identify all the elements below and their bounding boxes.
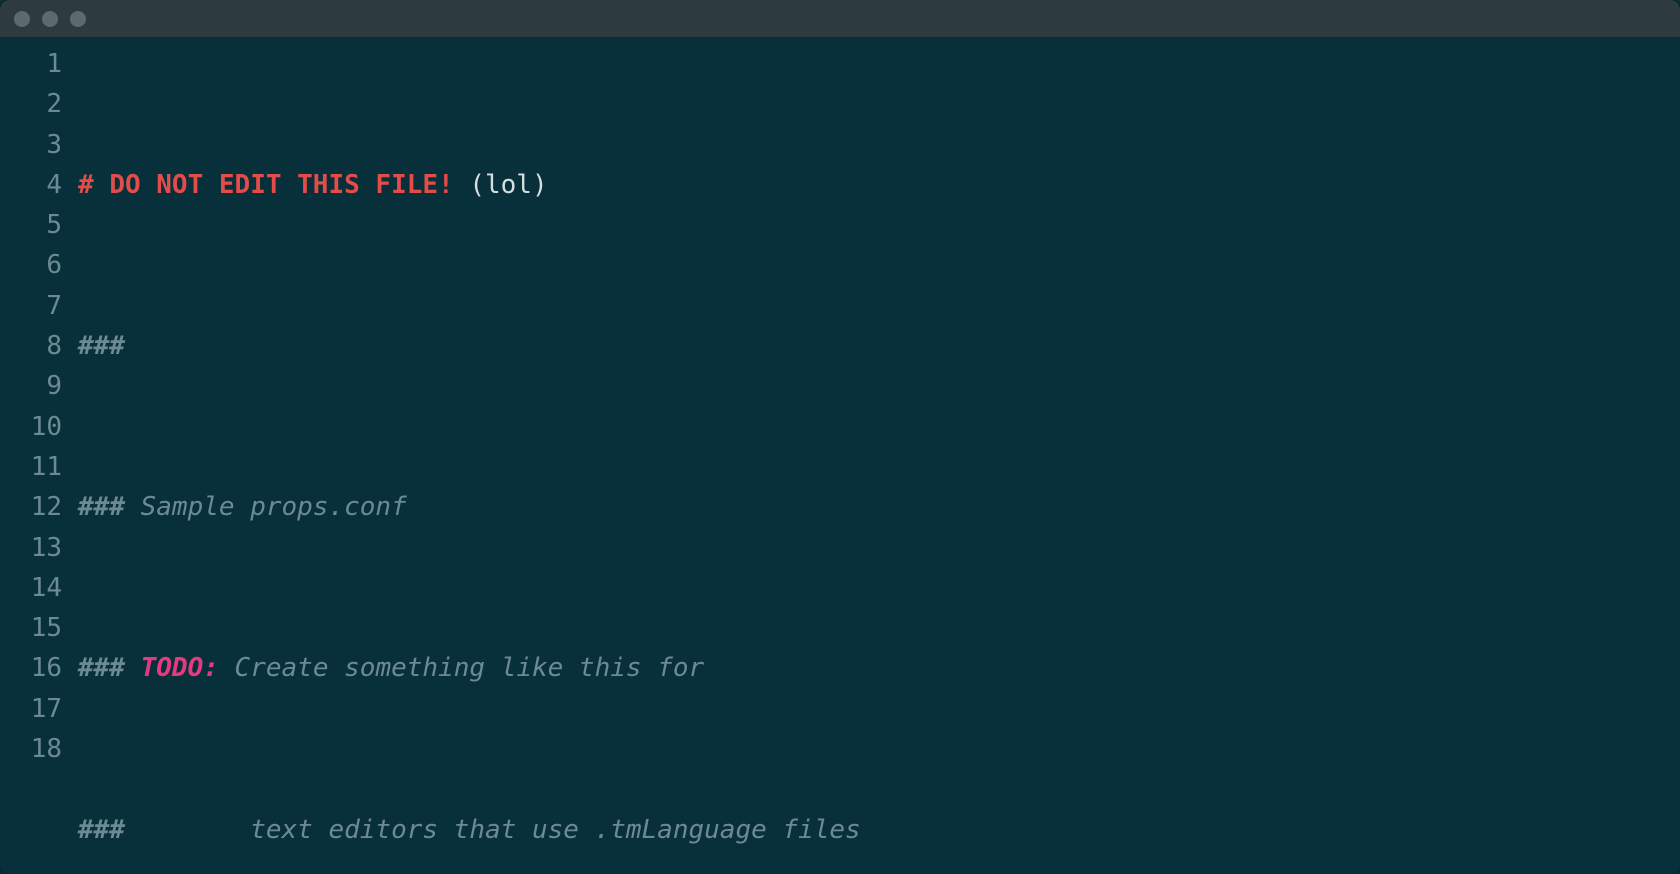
line-number-gutter: 1 2 3 4 5 6 7 8 9 10 11 12 13 14 15 16 1… xyxy=(0,44,72,874)
comment-text: Sample props.conf xyxy=(141,492,407,522)
comment-prefix: ### xyxy=(78,815,250,845)
line-number: 11 xyxy=(0,447,62,487)
code-line[interactable]: ### xyxy=(78,326,1680,366)
zoom-icon[interactable] xyxy=(70,11,86,27)
comment-prefix: ### xyxy=(78,492,141,522)
comment-prefix: ### xyxy=(78,653,141,683)
line-number: 8 xyxy=(0,326,62,366)
comment-hash: # xyxy=(78,170,109,200)
line-number: 9 xyxy=(0,366,62,406)
editor-area[interactable]: 1 2 3 4 5 6 7 8 9 10 11 12 13 14 15 16 1… xyxy=(0,38,1680,874)
editor-window: 1 2 3 4 5 6 7 8 9 10 11 12 13 14 15 16 1… xyxy=(0,0,1680,874)
comment-text: Create something like this for xyxy=(219,653,704,683)
titlebar xyxy=(0,0,1680,38)
line-number: 2 xyxy=(0,84,62,124)
comment-tail: (lol) xyxy=(454,170,548,200)
code-line[interactable]: ### Sample props.conf xyxy=(78,487,1680,527)
code-line[interactable]: ### TODO: Create something like this for xyxy=(78,648,1680,688)
line-number: 16 xyxy=(0,648,62,688)
code-line[interactable]: ### text editors that use .tmLanguage fi… xyxy=(78,810,1680,850)
close-icon[interactable] xyxy=(14,11,30,27)
todo-tag: TODO: xyxy=(141,653,219,683)
line-number: 4 xyxy=(0,165,62,205)
comment-text: text editors that use .tmLanguage files xyxy=(250,815,860,845)
comment: ### xyxy=(78,331,125,361)
line-number: 10 xyxy=(0,407,62,447)
code-content[interactable]: # DO NOT EDIT THIS FILE! (lol) ### ### S… xyxy=(72,44,1680,874)
line-number: 5 xyxy=(0,205,62,245)
line-number: 12 xyxy=(0,487,62,527)
line-number: 7 xyxy=(0,286,62,326)
comment-warning: DO NOT EDIT THIS FILE! xyxy=(109,170,453,200)
line-number: 6 xyxy=(0,245,62,285)
code-line[interactable]: # DO NOT EDIT THIS FILE! (lol) xyxy=(78,165,1680,205)
line-number: 18 xyxy=(0,729,62,769)
line-number: 3 xyxy=(0,125,62,165)
line-number: 1 xyxy=(0,44,62,84)
line-number: 14 xyxy=(0,568,62,608)
line-number: 17 xyxy=(0,689,62,729)
minimize-icon[interactable] xyxy=(42,11,58,27)
line-number: 15 xyxy=(0,608,62,648)
line-number: 13 xyxy=(0,528,62,568)
